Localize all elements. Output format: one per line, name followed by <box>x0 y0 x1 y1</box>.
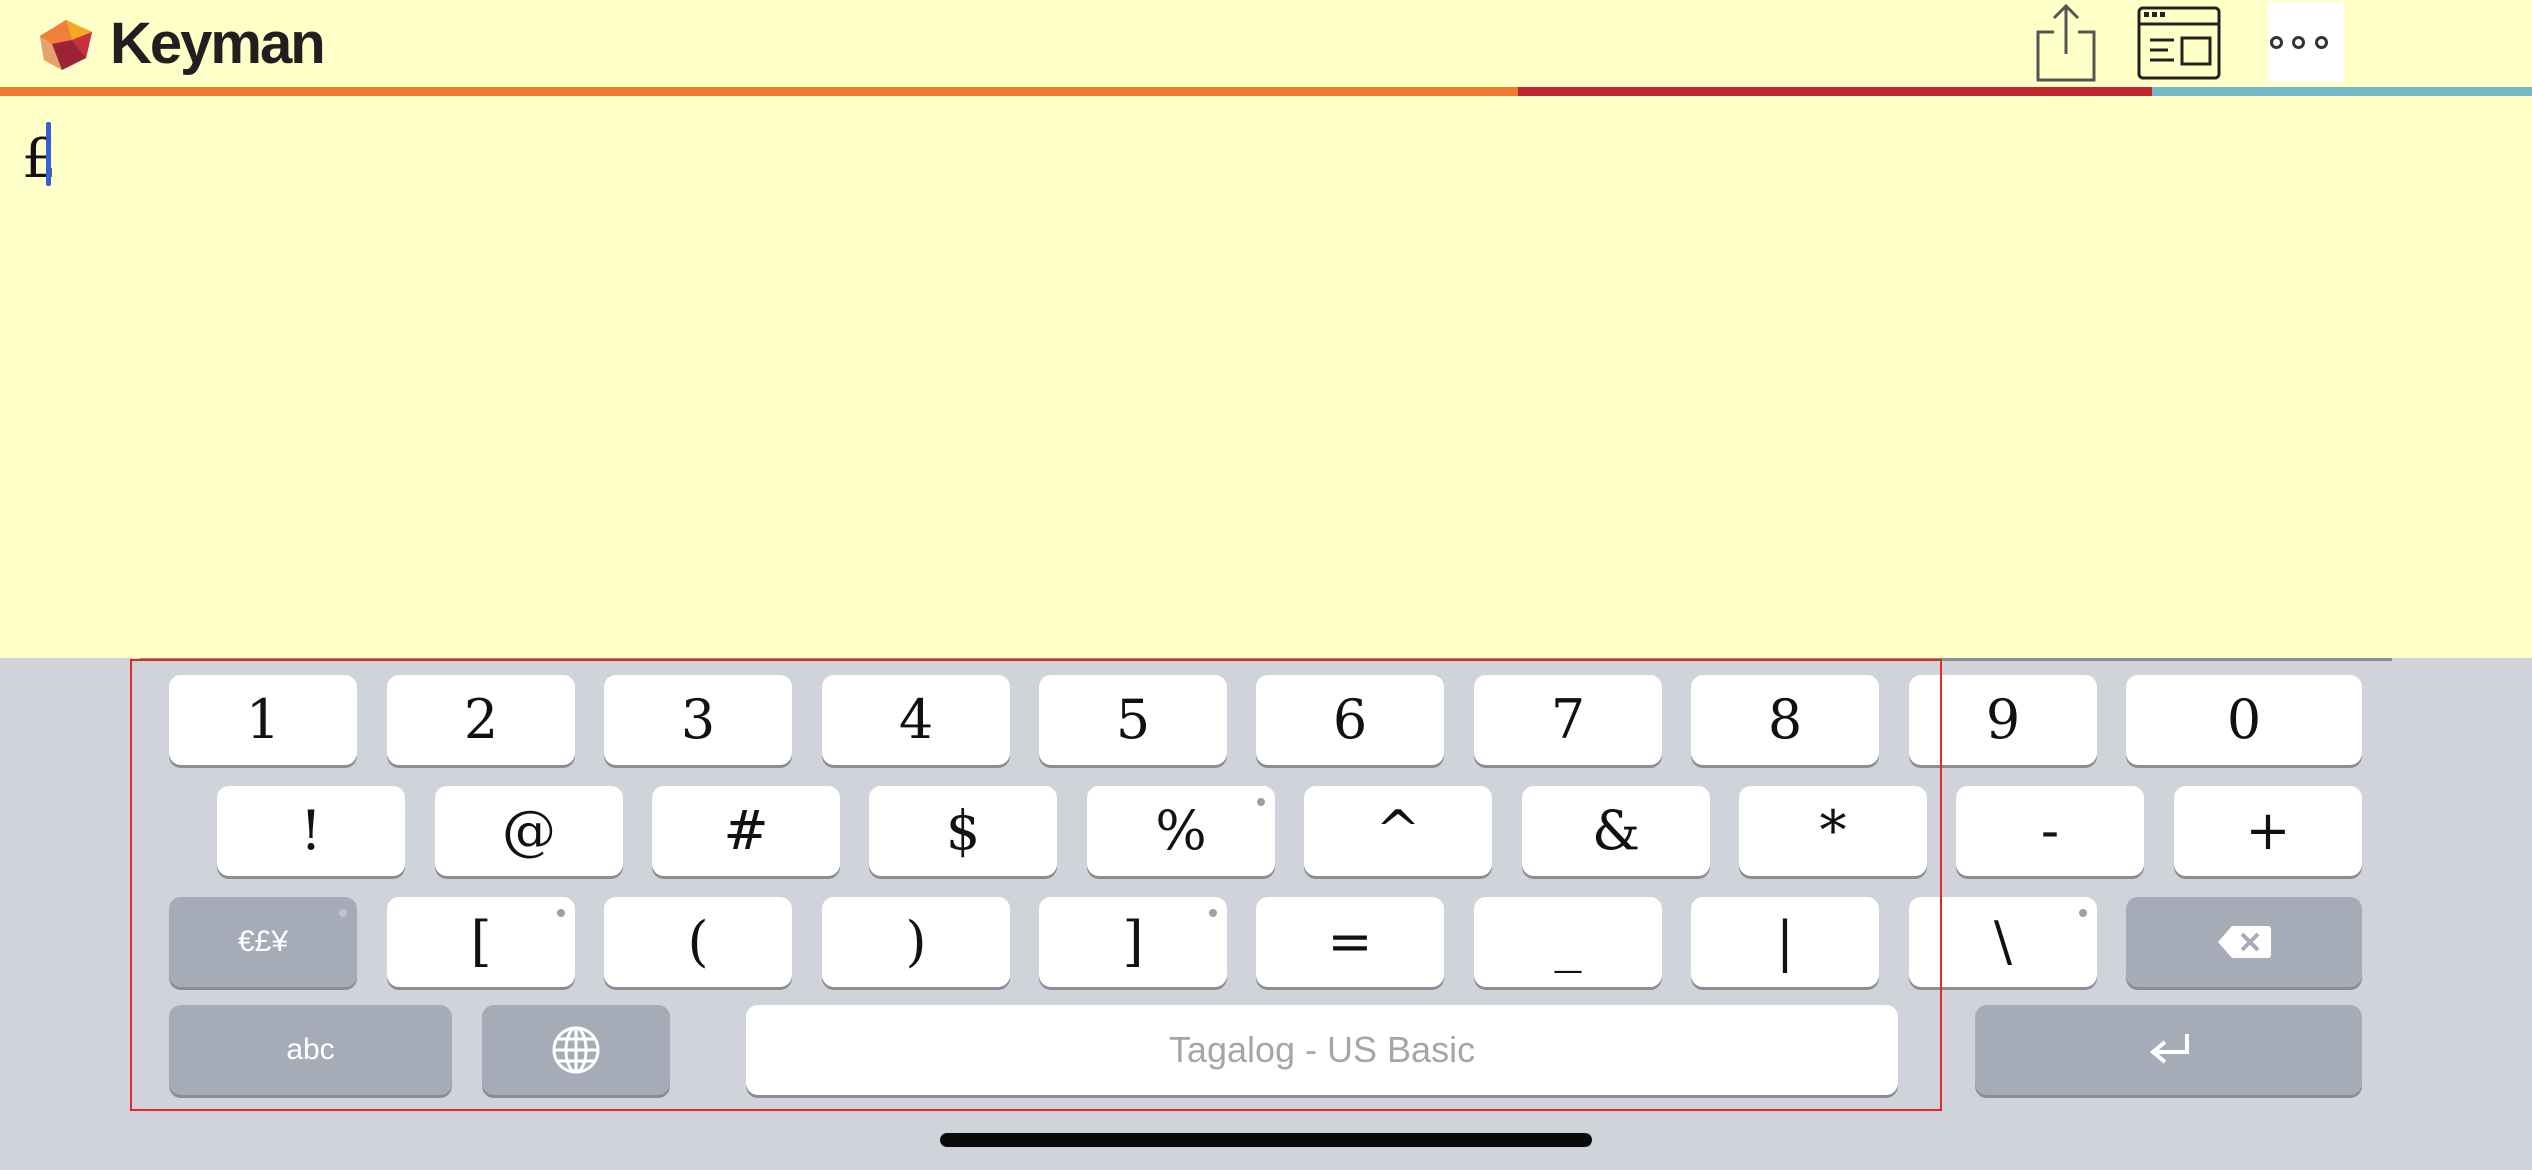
key-label: 7 <box>1550 688 1586 751</box>
key-label: $ <box>945 799 981 862</box>
longpress-indicator <box>557 909 565 917</box>
brand-stripe <box>0 87 2532 96</box>
key-3[interactable]: 3 <box>604 675 792 765</box>
stripe-orange <box>0 87 1518 96</box>
key-label: 1 <box>245 688 281 751</box>
key-6[interactable]: 6 <box>1256 675 1444 765</box>
top-bar: Keyman <box>0 0 2532 96</box>
key-5[interactable]: 5 <box>1039 675 1227 765</box>
app-brand: Keyman <box>110 11 326 76</box>
key-2[interactable]: 2 <box>387 675 575 765</box>
backspace-icon <box>2218 926 2271 958</box>
more-button[interactable] <box>2268 2 2344 82</box>
editor-text: £ <box>22 127 57 190</box>
key-label: 2 <box>463 688 499 751</box>
key-underscore[interactable]: _ <box>1474 897 1662 987</box>
text-editor[interactable]: £ <box>0 96 2532 658</box>
key-label: €£¥ <box>237 925 289 958</box>
key-1[interactable]: 1 <box>169 675 357 765</box>
abc-key[interactable]: abc <box>169 1005 452 1095</box>
key-label: ! <box>300 799 322 862</box>
key-label: * <box>1819 799 1847 862</box>
key-label: 6 <box>1332 688 1368 751</box>
enter-icon <box>2149 1034 2189 1064</box>
key-label: + <box>2245 799 2291 862</box>
key-8[interactable]: 8 <box>1691 675 1879 765</box>
key-hash[interactable]: # <box>652 786 840 876</box>
key-at[interactable]: @ <box>435 786 623 876</box>
key-9[interactable]: 9 <box>1909 675 2097 765</box>
key-label: [ <box>470 910 492 973</box>
key-label: % <box>1155 799 1207 862</box>
key-currency[interactable]: €£¥ <box>169 897 357 987</box>
key-right-bracket[interactable]: ] <box>1039 897 1227 987</box>
key-percent[interactable]: % <box>1087 786 1275 876</box>
key-label: 3 <box>680 688 716 751</box>
key-label: ^ <box>1375 799 1421 862</box>
key-pipe[interactable]: | <box>1691 897 1879 987</box>
keyboard-top-edge <box>140 658 2392 661</box>
key-label: ) <box>905 910 927 973</box>
globe-icon <box>552 1026 600 1074</box>
share-button[interactable] <box>2032 2 2100 82</box>
longpress-indicator <box>339 909 347 917</box>
key-label: 5 <box>1115 688 1151 751</box>
key-label: # <box>723 799 769 862</box>
longpress-indicator <box>2079 909 2087 917</box>
key-ampersand[interactable]: & <box>1522 786 1710 876</box>
longpress-indicator <box>1209 909 1217 917</box>
key-label: ] <box>1122 910 1144 973</box>
key-backslash[interactable]: \ <box>1909 897 2097 987</box>
key-minus[interactable]: - <box>1956 786 2144 876</box>
key-caret[interactable]: ^ <box>1304 786 1492 876</box>
more-icon-dot <box>2315 36 2328 49</box>
key-left-paren[interactable]: ( <box>604 897 792 987</box>
key-label: \ <box>1993 910 2013 973</box>
key-right-paren[interactable]: ) <box>822 897 1010 987</box>
space-key[interactable]: Tagalog - US Basic <box>746 1005 1898 1095</box>
key-equals[interactable]: = <box>1256 897 1444 987</box>
key-label: 8 <box>1767 688 1803 751</box>
stripe-teal <box>2152 87 2532 96</box>
key-label: - <box>2040 799 2060 862</box>
key-7[interactable]: 7 <box>1474 675 1662 765</box>
longpress-indicator <box>1257 798 1265 806</box>
key-label: _ <box>1554 910 1582 973</box>
key-exclamation[interactable]: ! <box>217 786 405 876</box>
key-left-bracket[interactable]: [ <box>387 897 575 987</box>
keyboard-name-label: Tagalog - US Basic <box>1168 1029 1476 1070</box>
key-label: | <box>1775 910 1795 973</box>
globe-key[interactable] <box>482 1005 670 1095</box>
share-icon <box>2036 3 2096 82</box>
key-0[interactable]: 0 <box>2126 675 2362 765</box>
more-icon <box>2270 36 2283 49</box>
key-label: & <box>1591 799 1641 862</box>
key-label: ( <box>687 910 709 973</box>
key-plus[interactable]: + <box>2174 786 2362 876</box>
key-label: 0 <box>2226 688 2262 751</box>
key-label: 4 <box>898 688 934 751</box>
stripe-red <box>1518 87 2152 96</box>
key-dollar[interactable]: $ <box>869 786 1057 876</box>
key-label: @ <box>502 799 556 862</box>
key-label: = <box>1327 910 1373 973</box>
key-label: 9 <box>1985 688 2021 751</box>
enter-key[interactable] <box>1975 1005 2362 1095</box>
keyboard-picker-button[interactable] <box>2136 2 2222 82</box>
keyman-logo-icon <box>40 20 92 70</box>
text-caret <box>46 122 51 186</box>
key-4[interactable]: 4 <box>822 675 1010 765</box>
backspace-key[interactable] <box>2126 897 2362 987</box>
key-label: abc <box>286 1033 335 1066</box>
home-indicator[interactable] <box>940 1133 1592 1147</box>
keyboard-picker-icon <box>2137 6 2221 80</box>
key-asterisk[interactable]: * <box>1739 786 1927 876</box>
more-icon-dot <box>2292 36 2305 49</box>
